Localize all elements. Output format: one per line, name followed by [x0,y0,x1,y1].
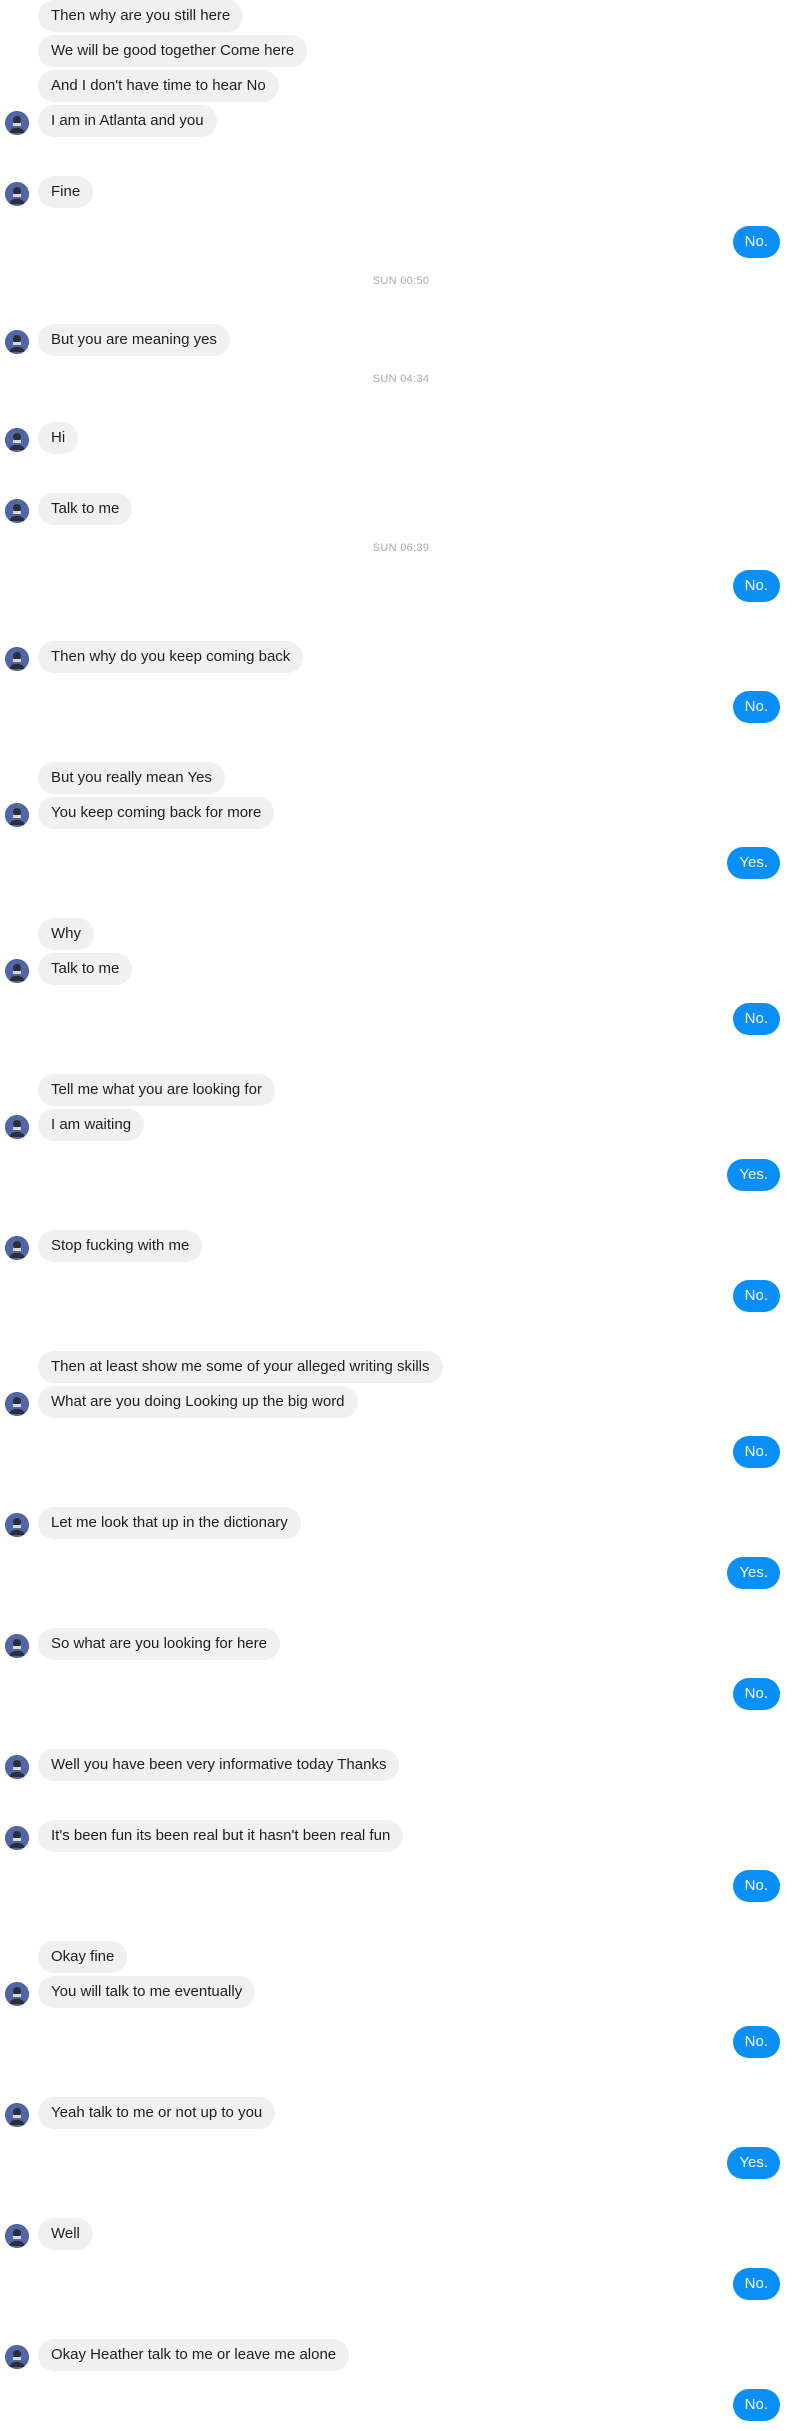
incoming-message-bubble[interactable]: So what are you looking for here [38,1628,280,1660]
outgoing-message-bubble[interactable]: No. [732,1436,780,1468]
outgoing-message-bubble[interactable]: No. [732,1003,780,1035]
outgoing-message-bubble[interactable]: No. [732,1870,780,1902]
sender-avatar[interactable] [5,182,29,206]
sender-avatar[interactable] [5,1392,29,1416]
incoming-message-bubble[interactable]: Well [38,2218,93,2250]
incoming-message-bubble[interactable]: Stop fucking with me [38,1230,203,1262]
outgoing-message-bubble[interactable]: No. [732,691,780,723]
incoming-message-bubble[interactable]: Then at least show me some of your alleg… [38,1351,443,1383]
outgoing-message-bubble[interactable]: No. [732,2268,780,2300]
outgoing-message-bubble[interactable]: Yes. [727,1159,780,1191]
outgoing-message-bubble[interactable]: No. [732,1280,780,1312]
outgoing-message-bubble[interactable]: No. [732,570,780,602]
outgoing-message-bubble[interactable]: Yes. [727,847,780,879]
incoming-message-bubble[interactable]: Then why do you keep coming back [38,641,304,673]
incoming-message-bubble[interactable]: Well you have been very informative toda… [38,1749,400,1781]
incoming-message-bubble[interactable]: But you really mean Yes [38,762,225,794]
sender-avatar[interactable] [5,1826,29,1850]
sender-avatar[interactable] [5,2345,29,2369]
incoming-message-bubble[interactable]: Yeah talk to me or not up to you [38,2097,276,2129]
incoming-message-bubble[interactable]: We will be good together Come here [38,35,308,67]
incoming-message-bubble[interactable]: Why [38,918,94,950]
outgoing-message-bubble[interactable]: Yes. [727,2147,780,2179]
sender-avatar[interactable] [5,647,29,671]
incoming-message-bubble[interactable]: Talk to me [38,953,133,985]
incoming-message-bubble[interactable]: Hi [38,422,79,454]
outgoing-message-bubble[interactable]: No. [732,2389,780,2421]
sender-avatar[interactable] [5,2224,29,2248]
sender-avatar[interactable] [5,1513,29,1537]
incoming-message-bubble[interactable]: Fine [38,176,94,208]
incoming-message-bubble[interactable]: What are you doing Looking up the big wo… [38,1386,358,1418]
outgoing-message-bubble[interactable]: No. [732,1678,780,1710]
message-thread: Then why are you still here We will be go… [0,0,802,2431]
sender-avatar[interactable] [5,111,29,135]
incoming-message-bubble[interactable]: It's been fun its been real but it hasn'… [38,1820,404,1852]
incoming-message-bubble[interactable]: You keep coming back for more [38,797,275,829]
outgoing-message-bubble[interactable]: Yes. [727,1557,780,1589]
incoming-message-bubble[interactable]: Then why are you still here [38,0,244,32]
timestamp: SUN 06:39 [372,542,430,554]
incoming-message-bubble[interactable]: Talk to me [38,493,133,525]
sender-avatar[interactable] [5,330,29,354]
sender-avatar[interactable] [5,1982,29,2006]
incoming-message-bubble[interactable]: But you are meaning yes [38,324,230,356]
incoming-message-bubble[interactable]: I am in Atlanta and you [38,105,217,137]
incoming-message-bubble[interactable]: And I don't have time to hear No [38,70,279,102]
incoming-message-bubble[interactable]: Let me look that up in the dictionary [38,1507,301,1539]
sender-avatar[interactable] [5,428,29,452]
incoming-message-bubble[interactable]: You will talk to me eventually [38,1976,256,2008]
incoming-message-bubble[interactable]: Okay fine [38,1941,128,1973]
timestamp: SUN 00:50 [372,275,430,287]
sender-avatar[interactable] [5,959,29,983]
outgoing-message-bubble[interactable]: No. [732,2026,780,2058]
sender-avatar[interactable] [5,2103,29,2127]
sender-avatar[interactable] [5,803,29,827]
sender-avatar[interactable] [5,499,29,523]
sender-avatar[interactable] [5,1634,29,1658]
incoming-message-bubble[interactable]: I am waiting [38,1109,145,1141]
incoming-message-bubble[interactable]: Tell me what you are looking for [38,1074,275,1106]
timestamp: SUN 04:34 [372,373,430,385]
sender-avatar[interactable] [5,1755,29,1779]
outgoing-message-bubble[interactable]: No. [732,226,780,258]
sender-avatar[interactable] [5,1115,29,1139]
incoming-message-bubble[interactable]: Okay Heather talk to me or leave me alon… [38,2339,350,2371]
sender-avatar[interactable] [5,1236,29,1260]
